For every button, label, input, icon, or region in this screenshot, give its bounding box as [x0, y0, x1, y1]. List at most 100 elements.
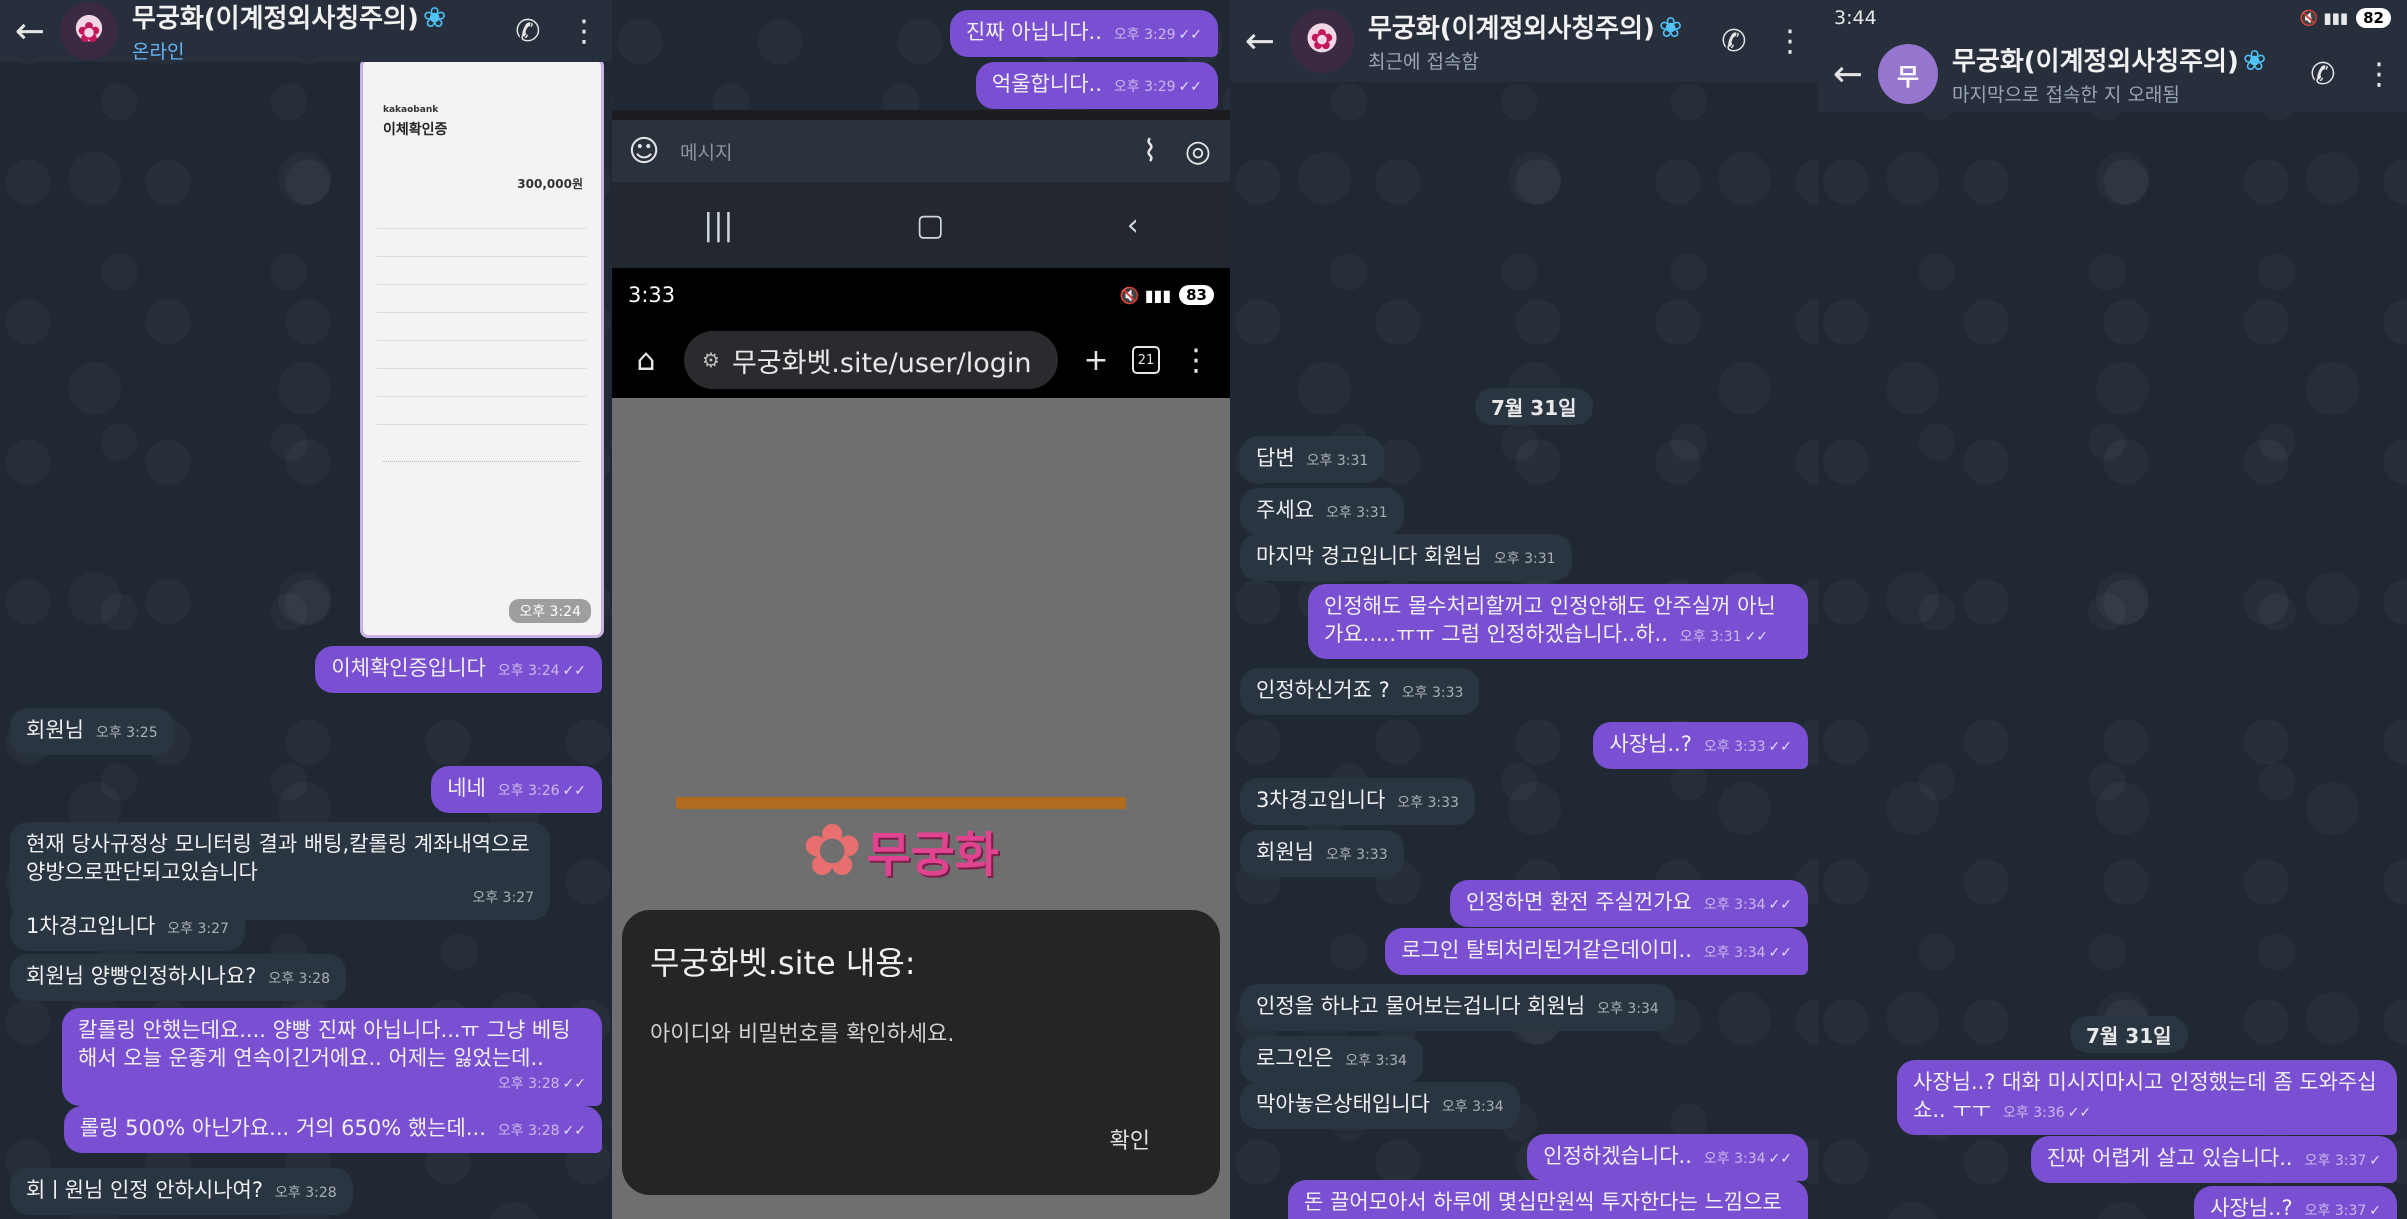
contact-name: 무궁화(이계정외사칭주의) — [1368, 14, 1655, 44]
message-time: 오후 3:24 — [509, 599, 591, 623]
phone-call-icon[interactable]: ✆ — [2295, 57, 2351, 92]
receipt-amount: 300,000원 — [517, 177, 583, 191]
read-ticks-icon: ✓✓ — [2067, 1105, 2092, 1121]
message-bubble-outgoing[interactable]: 인정해도 몰수처리할꺼고 인정안해도 안주실꺼 아닌가요.....ㅠㅠ 그럼 인… — [1308, 584, 1808, 659]
message-bubble-incoming[interactable]: 막아놓은상태입니다 오후 3:34 — [1240, 1082, 1520, 1129]
transfer-receipt-image[interactable]: kakaobank 이체확인증 300,000원 오후 3:24 — [360, 58, 604, 638]
home-icon[interactable]: ▢ — [916, 208, 944, 243]
more-menu-icon[interactable]: ⋮ — [1762, 24, 1818, 59]
message-bubble-outgoing[interactable]: 롤링 500% 아닌가요... 거의 650% 했는데... 오후 3:28 ✓✓ — [63, 1106, 602, 1153]
home-icon[interactable]: ⌂ — [622, 343, 670, 378]
message-bubble-outgoing[interactable]: 로그인 탈퇴처리된거같은데이미.. 오후 3:34 ✓✓ — [1385, 928, 1808, 975]
message-bubble-incoming[interactable]: 회원님 오후 3:33 — [1240, 830, 1404, 877]
message-bubble-outgoing[interactable]: 억울합니다.. 오후 3:29 ✓✓ — [975, 62, 1218, 109]
message-time: 오후 3:34 — [1703, 897, 1766, 913]
chat-panel-1: ← 무궁화(이계정외사칭주의)❀ 온라인 ✆ ⋮ kakaobank 이체확인증… — [0, 0, 612, 1219]
message-input-bar: ☺ 메시지 ⌇ ◎ — [612, 120, 1230, 182]
message-text: 진짜 아닙니다.. — [965, 20, 1102, 44]
flower-emoji-icon: ❀ — [1658, 11, 1683, 44]
read-ticks-icon: ✓✓ — [1744, 629, 1769, 645]
contact-avatar[interactable]: 무 — [1878, 44, 1938, 104]
message-bubble-incoming[interactable]: 인정하신거죠 ? 오후 3:33 — [1240, 668, 1480, 715]
flower-emoji-icon: ❀ — [2242, 44, 2267, 77]
message-bubble-outgoing[interactable]: 진짜 어렵게 살고 있습니다.. 오후 3:37 ✓ — [2030, 1136, 2397, 1183]
message-text: 이체확인증입니다 — [331, 656, 486, 680]
message-bubble-incoming[interactable]: 회ㅣ원님 인정 안하시나여? 오후 3:28 — [10, 1168, 353, 1215]
battery-level: 83 — [1179, 285, 1214, 305]
message-bubble-outgoing[interactable]: 진짜 아닙니다.. 오후 3:29 ✓✓ — [949, 10, 1218, 57]
message-time: 오후 3:31 — [1306, 453, 1369, 469]
message-bubble-outgoing[interactable]: 사장님..? 대화 미시지마시고 인정했는데 좀 도와주십쇼.. ㅜㅜ 오후 3:… — [1897, 1060, 2397, 1135]
browser-menu-icon[interactable]: ⋮ — [1172, 343, 1220, 378]
contact-info[interactable]: 무궁화(이계정외사칭주의) ❀ 온라인 — [118, 0, 500, 64]
message-time: 오후 3:28 — [497, 1123, 560, 1139]
contact-info[interactable]: 무궁화(이계정외사칭주의) ❀ 마지막으로 접속한 지 오래됨 — [1938, 41, 2295, 107]
tab-switcher-button[interactable]: 21 — [1132, 346, 1160, 374]
message-bubble-incoming[interactable]: 주세요 오후 3:31 — [1240, 488, 1404, 535]
message-bubble-outgoing[interactable]: 돈 끌어모아서 하루에 몇십만원씩 투자한다는 느낌으로 — [1288, 1180, 1808, 1219]
phone-call-icon[interactable]: ✆ — [1706, 24, 1762, 59]
message-bubble-incoming[interactable]: 인정을 하냐고 물어보는겁니다 회원님 오후 3:34 — [1240, 984, 1675, 1031]
message-bubble-outgoing[interactable]: 네네 오후 3:26 ✓✓ — [431, 766, 602, 813]
phone-call-icon[interactable]: ✆ — [500, 14, 556, 49]
message-input[interactable]: 메시지 — [668, 138, 1126, 165]
back-arrow-icon[interactable]: ← — [1818, 54, 1878, 95]
message-bubble-incoming[interactable]: 회원님 양빵인정하시나요? 오후 3:28 — [10, 954, 346, 1001]
status-time: 3:44 — [1834, 7, 1877, 29]
message-bubble-incoming[interactable]: 1차경고입니다 오후 3:27 — [10, 904, 245, 951]
message-text: 회원님 — [1256, 840, 1314, 864]
message-bubble-incoming[interactable]: 마지막 경고입니다 회원님 오후 3:31 — [1240, 534, 1572, 581]
message-text: 현재 당사규정상 모니터링 결과 배팅,칼롤링 계좌내역으로 양방으로판단되고있… — [26, 832, 530, 884]
message-time: 오후 3:28 — [497, 1076, 560, 1092]
status-bar: 3:33 🔇 ▮▮▮ 83 — [612, 268, 1230, 322]
message-text: 회ㅣ원님 인정 안하시나여? — [26, 1178, 264, 1202]
message-bubble-incoming[interactable]: 로그인은 오후 3:34 — [1240, 1036, 1423, 1083]
attach-icon[interactable]: ⌇ — [1126, 134, 1174, 169]
contact-avatar[interactable] — [60, 2, 118, 60]
read-ticks-icon: ✓✓ — [562, 1076, 586, 1092]
message-bubble-outgoing[interactable]: 이체확인증입니다 오후 3:24 ✓✓ — [315, 646, 602, 693]
message-bubble-incoming[interactable]: 3차경고입니다 오후 3:33 — [1240, 778, 1475, 825]
message-text: 회원님 양빵인정하시나요? — [26, 964, 257, 988]
message-bubble-incoming[interactable]: 회원님 오후 3:25 — [10, 708, 174, 755]
battery-level: 82 — [2356, 8, 2391, 28]
message-time: 오후 3:28 — [268, 971, 330, 987]
chat-header: ← 무 무궁화(이계정외사칭주의) ❀ 마지막으로 접속한 지 오래됨 ✆ ⋮ — [1818, 36, 2407, 112]
message-bubble-outgoing[interactable]: 사장님..? 오후 3:37 ✓ — [2194, 1186, 2397, 1219]
message-bubble-outgoing[interactable]: 인정하겠습니다.. 오후 3:34 ✓✓ — [1527, 1134, 1808, 1181]
message-text: 사장님..? — [1609, 732, 1692, 756]
contact-status: 마지막으로 접속한 지 오래됨 — [1952, 84, 2180, 106]
contact-info[interactable]: 무궁화(이계정외사칭주의) ❀ 최근에 접속함 — [1354, 8, 1706, 74]
more-menu-icon[interactable]: ⋮ — [2351, 57, 2407, 92]
message-time: 오후 3:26 — [497, 783, 560, 799]
recent-apps-icon[interactable]: ||| — [703, 208, 733, 243]
contact-avatar[interactable] — [1290, 9, 1354, 73]
read-ticks-icon: ✓✓ — [562, 783, 586, 799]
message-text: 주세요 — [1256, 498, 1314, 522]
emoji-icon[interactable]: ☺ — [620, 134, 668, 169]
message-time: 오후 3:36 — [2003, 1105, 2065, 1121]
message-time: 오후 3:34 — [1441, 1099, 1504, 1115]
nav-back-icon[interactable]: ‹ — [1127, 208, 1139, 243]
address-bar[interactable]: ⚙ 무궁화벳.site/user/login — [684, 331, 1058, 389]
message-bubble-incoming[interactable]: 답변 오후 3:31 — [1240, 436, 1385, 483]
site-info-icon[interactable]: ⚙ — [702, 348, 720, 372]
message-bubble-outgoing[interactable]: 인정하면 환전 주실껀가요 오후 3:34 ✓✓ — [1450, 880, 1808, 927]
camera-icon[interactable]: ◎ — [1174, 134, 1222, 169]
message-time: 오후 3:33 — [1401, 685, 1464, 701]
message-bubble-outgoing[interactable]: 칼롤링 안했는데요.... 양빵 진짜 아닙니다...ㅠ 그냥 베팅 해서 오늘… — [62, 1008, 602, 1106]
message-text: 답변 — [1256, 446, 1295, 470]
system-nav-bar: ||| ▢ ‹ — [612, 182, 1230, 268]
message-text: 회원님 — [26, 718, 84, 742]
back-arrow-icon[interactable]: ← — [1230, 21, 1290, 62]
status-icons: 🔇 ▮▮▮ — [1119, 285, 1172, 305]
receipt-bank-name: kakaobank — [383, 105, 439, 115]
new-tab-icon[interactable]: + — [1072, 343, 1120, 378]
message-time: 오후 3:33 — [1703, 739, 1766, 755]
logo-text: 무궁화 — [866, 827, 999, 883]
message-bubble-outgoing[interactable]: 사장님..? 오후 3:33 ✓✓ — [1593, 722, 1808, 769]
more-menu-icon[interactable]: ⋮ — [556, 14, 612, 49]
back-arrow-icon[interactable]: ← — [0, 11, 60, 52]
sent-tick-icon: ✓ — [2369, 1153, 2381, 1169]
dialog-ok-button[interactable]: 확인 — [1110, 1123, 1150, 1155]
